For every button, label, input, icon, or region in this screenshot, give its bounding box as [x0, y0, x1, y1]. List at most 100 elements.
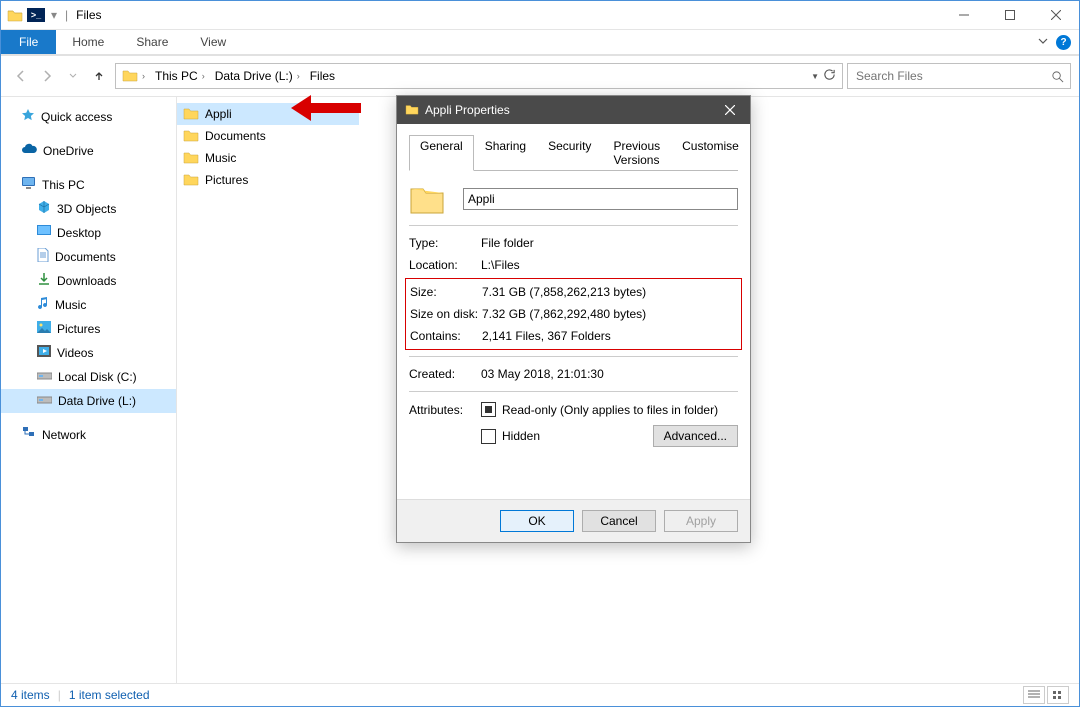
tab-share[interactable]: Share — [120, 30, 184, 54]
ok-button[interactable]: OK — [500, 510, 574, 532]
tab-home[interactable]: Home — [56, 30, 120, 54]
sidebar-videos[interactable]: Videos — [1, 341, 176, 365]
tab-previous-versions[interactable]: Previous Versions — [602, 135, 671, 171]
status-selected: 1 item selected — [69, 688, 150, 702]
minimize-button[interactable] — [941, 1, 987, 29]
help-icon[interactable]: ? — [1056, 35, 1071, 50]
picture-icon — [37, 320, 51, 338]
breadcrumb-item[interactable]: Files — [306, 64, 339, 88]
tab-view[interactable]: View — [184, 30, 242, 54]
titlebar: >_ ▾ | Files — [1, 1, 1079, 30]
folder-icon — [183, 150, 199, 167]
tab-customise[interactable]: Customise — [671, 135, 750, 171]
chevron-right-icon[interactable]: › — [142, 71, 145, 81]
document-icon — [37, 248, 49, 267]
address-bar[interactable]: › This PC› Data Drive (L:) › Files ▼ — [115, 63, 843, 89]
search-input[interactable] — [854, 68, 1051, 84]
search-box[interactable] — [847, 63, 1071, 89]
divider — [409, 391, 738, 392]
folder-icon — [122, 68, 138, 85]
up-button[interactable] — [87, 64, 111, 88]
prop-label: Size: — [410, 285, 482, 299]
folder-item-pictures[interactable]: Pictures — [177, 169, 359, 191]
forward-button[interactable] — [35, 64, 59, 88]
separator: | — [65, 8, 68, 22]
nav-row: › This PC› Data Drive (L:) › Files ▼ — [1, 56, 1079, 96]
breadcrumb-root[interactable]: › — [118, 64, 149, 88]
file-tab[interactable]: File — [1, 30, 56, 54]
readonly-checkbox[interactable] — [481, 402, 496, 417]
breadcrumb-item[interactable]: Data Drive (L:) › — [211, 64, 304, 88]
refresh-button[interactable] — [823, 68, 836, 84]
dialog-titlebar[interactable]: Appli Properties — [397, 96, 750, 124]
file-label: Documents — [205, 129, 266, 143]
close-button[interactable] — [1033, 1, 1079, 29]
maximize-button[interactable] — [987, 1, 1033, 29]
sidebar-documents[interactable]: Documents — [1, 245, 176, 269]
sidebar-data-drive-l[interactable]: Data Drive (L:) — [1, 389, 176, 413]
breadcrumb-label: Data Drive (L:) — [215, 69, 293, 83]
hidden-checkbox[interactable] — [481, 429, 496, 444]
dialog-title: Appli Properties — [425, 103, 510, 117]
sidebar-network[interactable]: Network — [1, 423, 176, 447]
folder-item-music[interactable]: Music — [177, 147, 359, 169]
status-bar: 4 items | 1 item selected — [1, 683, 1079, 706]
details-view-button[interactable] — [1023, 686, 1045, 704]
sidebar-onedrive[interactable]: OneDrive — [1, 139, 176, 163]
size-highlight-box: Size: 7.31 GB (7,858,262,213 bytes) Size… — [405, 278, 742, 350]
prop-value: L:\Files — [481, 258, 738, 272]
ribbon-expand-icon[interactable] — [1038, 35, 1048, 49]
sidebar-pictures[interactable]: Pictures — [1, 317, 176, 341]
tab-security[interactable]: Security — [537, 135, 602, 171]
prop-value: 7.31 GB (7,858,262,213 bytes) — [482, 285, 737, 299]
tab-sharing[interactable]: Sharing — [474, 135, 537, 171]
dialog-footer: OK Cancel Apply — [397, 499, 750, 542]
icons-view-button[interactable] — [1047, 686, 1069, 704]
sidebar-item-label: This PC — [42, 176, 85, 194]
divider — [409, 356, 738, 357]
status-count: 4 items — [11, 688, 50, 702]
music-icon — [37, 296, 49, 315]
folder-item-appli[interactable]: Appli — [177, 103, 359, 125]
hidden-label: Hidden — [502, 429, 540, 443]
sidebar-3d-objects[interactable]: 3D Objects — [1, 197, 176, 221]
folder-name-input[interactable] — [463, 188, 738, 210]
prop-value: 7.32 GB (7,862,292,480 bytes) — [482, 307, 737, 321]
sidebar-item-label: Quick access — [41, 108, 112, 126]
cloud-icon — [21, 142, 37, 160]
folder-item-documents[interactable]: Documents — [177, 125, 359, 147]
sidebar-item-label: Desktop — [57, 224, 101, 242]
prop-label: Contains: — [410, 329, 482, 343]
tab-general[interactable]: General — [409, 135, 474, 171]
prop-row-created: Created: 03 May 2018, 21:01:30 — [409, 363, 738, 385]
prop-label: Created: — [409, 367, 481, 381]
sidebar-local-disk-c[interactable]: Local Disk (C:) — [1, 365, 176, 389]
recent-dropdown[interactable] — [61, 64, 85, 88]
chevron-right-icon[interactable]: › — [202, 71, 205, 81]
sidebar-quick-access[interactable]: Quick access — [1, 105, 176, 129]
sidebar-desktop[interactable]: Desktop — [1, 221, 176, 245]
file-label: Music — [205, 151, 236, 165]
prop-row-attributes: Attributes: Read-only (Only applies to f… — [409, 398, 738, 421]
window-controls — [941, 1, 1079, 29]
prop-row-size: Size: 7.31 GB (7,858,262,213 bytes) — [406, 281, 741, 303]
sidebar-music[interactable]: Music — [1, 293, 176, 317]
sidebar-this-pc[interactable]: This PC — [1, 173, 176, 197]
sidebar-downloads[interactable]: Downloads — [1, 269, 176, 293]
cube-icon — [37, 200, 51, 219]
cancel-button[interactable]: Cancel — [582, 510, 656, 532]
sidebar: Quick access OneDrive This PC 3D Objects… — [1, 97, 177, 683]
readonly-label: Read-only (Only applies to files in fold… — [502, 403, 718, 417]
powershell-icon[interactable]: >_ — [27, 8, 45, 22]
breadcrumb-item[interactable]: This PC› — [151, 64, 209, 88]
chevron-right-icon[interactable]: › — [297, 71, 300, 81]
prop-label: Location: — [409, 258, 481, 272]
folder-icon — [183, 172, 199, 189]
prop-label: Size on disk: — [410, 307, 482, 321]
nav-arrows — [9, 64, 111, 88]
apply-button[interactable]: Apply — [664, 510, 738, 532]
address-dropdown-icon[interactable]: ▼ — [811, 72, 819, 81]
dialog-close-button[interactable] — [710, 96, 750, 124]
advanced-button[interactable]: Advanced... — [653, 425, 738, 447]
back-button[interactable] — [9, 64, 33, 88]
